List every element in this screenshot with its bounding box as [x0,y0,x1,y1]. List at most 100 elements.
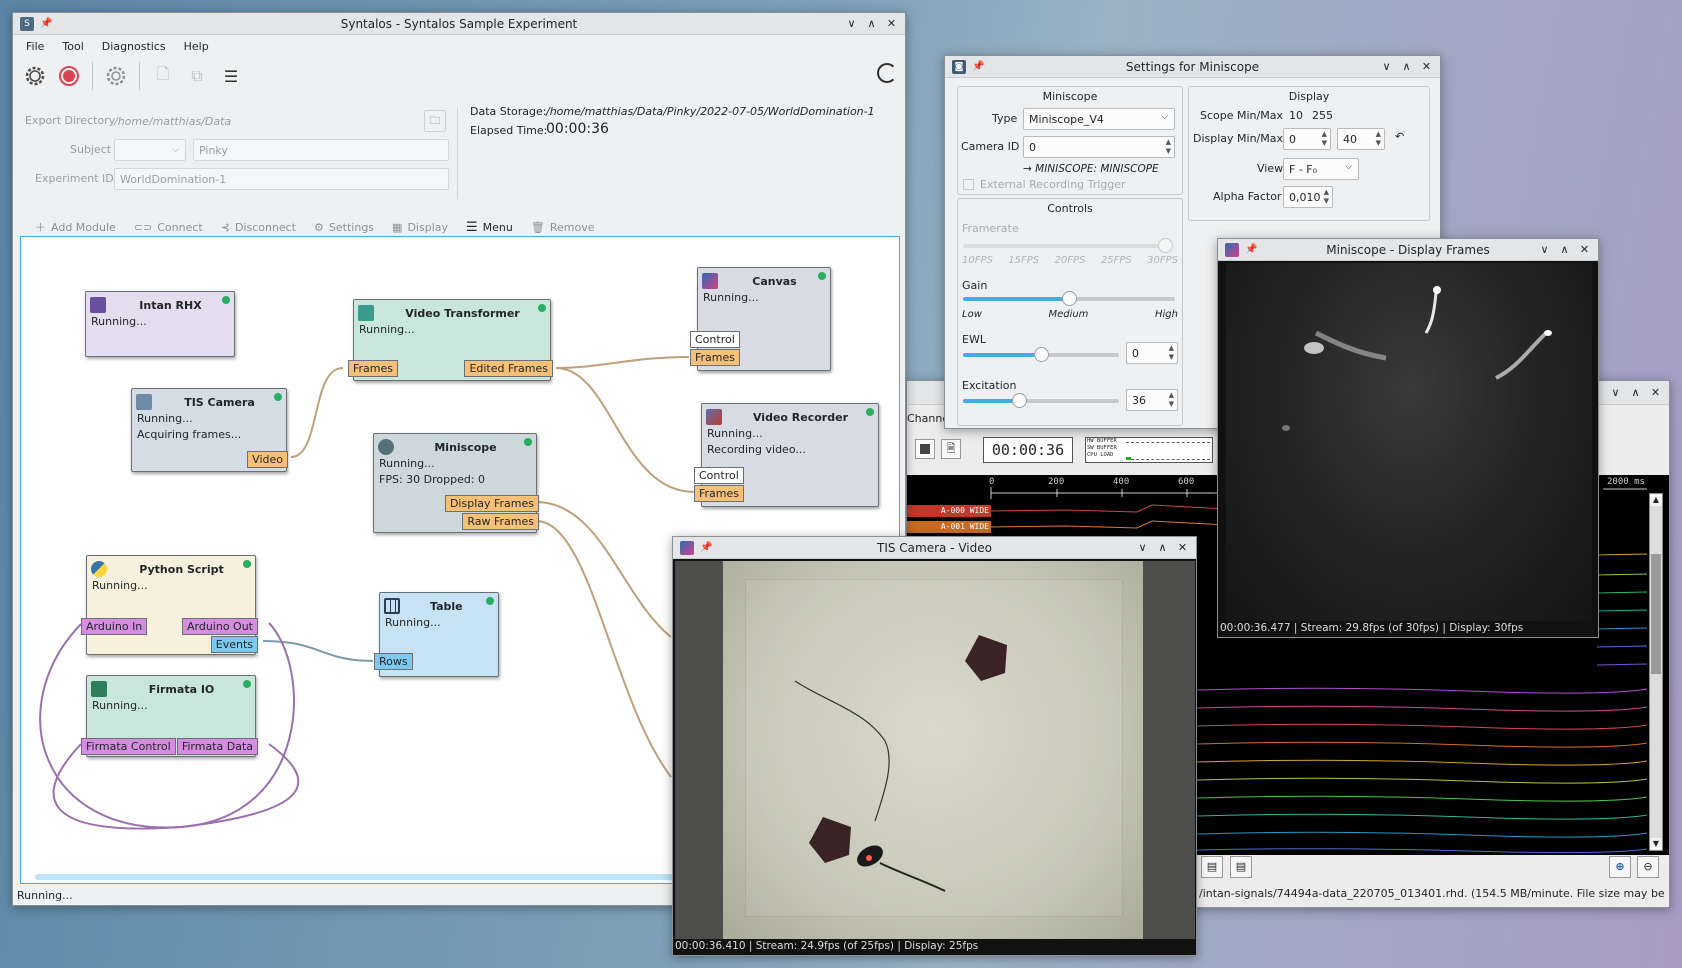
view-combo[interactable]: F - F₀ ⌵ [1283,158,1359,180]
minimize-icon[interactable]: ∨ [1610,386,1621,399]
display-max-spinbox[interactable]: 40 ▲ ▼ [1337,128,1385,150]
page-button-2[interactable]: ▤ [1230,856,1252,878]
close-icon[interactable]: ✕ [886,17,897,30]
node-intan-rhx[interactable]: Intan RHX Running... [85,291,235,357]
new-board-button[interactable]: 🗋 [149,62,177,90]
minimize-icon[interactable]: ∨ [846,17,857,30]
port-firmata-data-out[interactable]: Firmata Data [176,738,258,755]
export-dir-browse-button[interactable]: 🗀 [424,110,446,132]
pin-icon[interactable]: 📌 [972,61,984,72]
slider-handle[interactable] [1012,393,1028,408]
framerate-slider[interactable] [963,238,1173,253]
port-control-in[interactable]: Control [690,331,740,348]
close-icon[interactable]: ✕ [1421,60,1432,73]
camera-id-spinbox[interactable]: 0 ▲ ▼ [1023,136,1175,158]
close-icon[interactable]: ✕ [1177,541,1188,554]
menu-file[interactable]: File [26,40,44,53]
slider-handle[interactable] [1158,238,1173,253]
vertical-scrollbar[interactable]: ▲ ▼ [1649,493,1663,851]
excitation-slider[interactable] [963,393,1119,408]
close-icon[interactable]: ✕ [1650,386,1661,399]
maximize-icon[interactable]: ∧ [866,17,877,30]
alpha-factor-spinbox[interactable]: 0,010 ▲ ▼ [1283,186,1333,208]
pin-icon[interactable]: 📌 [1245,244,1257,255]
channel-a001-label[interactable]: A-001 WIDE [907,521,991,533]
run-button[interactable] [21,62,49,90]
port-firmata-control-in[interactable]: Firmata Control [81,738,176,755]
tis-video-titlebar[interactable]: 📌 TIS Camera - Video ∨ ∧ ✕ [673,537,1196,559]
horizontal-scrollbar[interactable] [35,874,675,880]
stop-button[interactable] [915,439,935,459]
page-button-1[interactable]: ▤ [1201,856,1223,878]
node-video-recorder[interactable]: Video Recorder Running... Recording vide… [694,403,879,507]
node-tis-camera[interactable]: TIS Camera Running... Acquiring frames..… [131,388,288,472]
remove-button[interactable]: 🗑 Remove [531,221,595,234]
port-edited-frames-out[interactable]: Edited Frames [464,360,553,377]
spin-arrows-icon[interactable]: ▲ ▼ [1324,188,1329,206]
external-trigger-checkbox[interactable]: External Recording Trigger [963,178,1126,191]
minimize-icon[interactable]: ∨ [1137,541,1148,554]
port-events-out[interactable]: Events [210,636,258,653]
maximize-icon[interactable]: ∧ [1401,60,1412,73]
spin-arrows-icon[interactable]: ▲ ▼ [1169,344,1174,362]
node-firmata-io[interactable]: Firmata IO Running... Firmata Control Fi… [81,675,258,757]
maximize-icon[interactable]: ∧ [1630,386,1641,399]
file-button[interactable]: 🗎 [941,439,961,459]
connect-button[interactable]: ⊂⊃ Connect [134,221,203,234]
spin-arrows-icon[interactable]: ▲ ▼ [1376,130,1381,148]
display-min-spinbox[interactable]: 0 ▲ ▼ [1283,128,1331,150]
display-frames-titlebar[interactable]: 📌 Miniscope - Display Frames ∨ ∧ ✕ [1218,239,1598,261]
port-frames-in[interactable]: Frames [348,360,399,377]
scroll-down-icon[interactable]: ▼ [1650,838,1662,850]
close-icon[interactable]: ✕ [1579,243,1590,256]
main-titlebar[interactable]: S 📌 Syntalos - Syntalos Sample Experimen… [13,13,905,35]
ewl-spinbox[interactable]: 0 ▲ ▼ [1126,342,1178,364]
node-canvas[interactable]: Canvas Running... Control Frames [690,267,831,371]
node-python-script[interactable]: Python Script Running... Arduino In Ardu… [81,555,258,655]
maximize-icon[interactable]: ∧ [1559,243,1570,256]
gain-slider[interactable] [963,291,1175,306]
channel-a000-label[interactable]: A-000 WIDE [907,505,991,517]
spin-arrows-icon[interactable]: ▲ ▼ [1322,130,1327,148]
board-list-button[interactable]: ☰ [217,62,245,90]
ewl-slider[interactable] [963,347,1119,362]
port-control-in[interactable]: Control [694,467,744,484]
port-video-out[interactable]: Video [247,451,288,468]
record-button[interactable] [55,62,83,90]
zoom-in-button[interactable]: ⊕ [1609,856,1631,878]
minimize-icon[interactable]: ∨ [1539,243,1550,256]
slider-handle[interactable] [1034,347,1049,362]
node-table[interactable]: Table Running... Rows [374,592,499,677]
subject-name-field[interactable]: Pinky [193,139,449,161]
port-arduino-in[interactable]: Arduino In [81,618,148,635]
settings-titlebar[interactable]: ◙ 📌 Settings for Miniscope ∨ ∧ ✕ [945,56,1440,78]
settings-button[interactable]: ⚙ Settings [314,221,374,234]
experiment-id-field[interactable]: WorldDomination-1 [114,168,449,190]
menu-help[interactable]: Help [184,40,209,53]
scroll-thumb[interactable] [1651,554,1661,674]
type-combo[interactable]: Miniscope_V4 ⌵ [1023,108,1175,130]
spin-arrows-icon[interactable]: ▲ ▼ [1166,138,1171,156]
slider-handle[interactable] [1062,291,1077,306]
copy-board-button[interactable]: ⧉ [183,62,211,90]
excitation-spinbox[interactable]: 36 ▲ ▼ [1126,389,1178,411]
subject-combo[interactable]: ⌵ [114,139,186,161]
menu-diagnostics[interactable]: Diagnostics [102,40,166,53]
menu-button[interactable]: ☰ Menu [466,220,513,235]
minimize-icon[interactable]: ∨ [1381,60,1392,73]
port-frames-in[interactable]: Frames [694,485,745,502]
port-frames-in[interactable]: Frames [690,349,741,366]
zoom-out-button[interactable]: ⊖ [1637,856,1659,878]
maximize-icon[interactable]: ∧ [1157,541,1168,554]
scroll-up-icon[interactable]: ▲ [1650,494,1662,506]
add-module-button[interactable]: ＋ Add Module [35,219,116,235]
pin-icon[interactable]: 📌 [40,18,52,29]
node-miniscope[interactable]: Miniscope Running... FPS: 30 Dropped: 0 … [373,433,539,533]
spin-arrows-icon[interactable]: ▲ ▼ [1169,391,1174,409]
port-rows-in[interactable]: Rows [374,653,413,670]
port-raw-frames-out[interactable]: Raw Frames [462,513,539,530]
display-button[interactable]: ▦ Display [392,221,448,234]
node-video-transformer[interactable]: Video Transformer Running... Frames Edit… [348,299,553,381]
menu-tool[interactable]: Tool [62,40,83,53]
auto-level-button[interactable]: ↶ [1395,130,1404,143]
